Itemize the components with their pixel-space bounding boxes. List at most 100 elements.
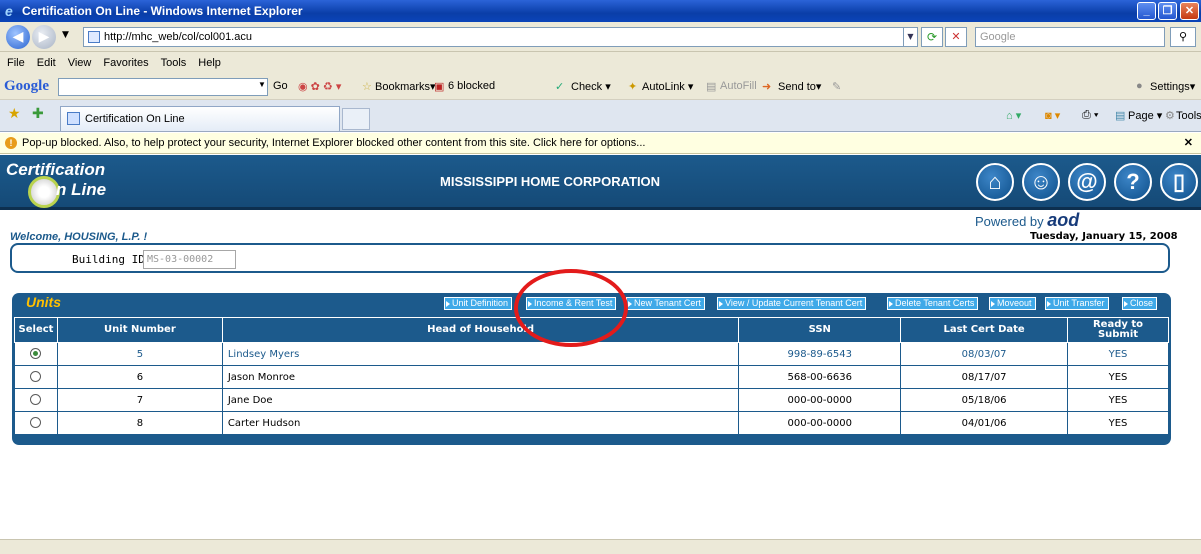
tab-favicon-icon [67, 112, 80, 125]
google-search-input[interactable] [58, 78, 268, 96]
tab-certification-on-line[interactable]: Certification On Line [60, 106, 340, 131]
back-button[interactable]: ◀ [6, 25, 30, 49]
autolink-button[interactable]: AutoLink ▾ [642, 80, 693, 93]
search-input[interactable]: Google [975, 27, 1165, 47]
table-row[interactable]: 6 Jason Monroe 568-00-6636 08/17/07 YES [14, 365, 1169, 389]
refresh-icon[interactable]: ⟳ [921, 27, 943, 47]
ssn-cell: 568-00-6636 [738, 365, 902, 389]
close-button[interactable]: Close [1122, 297, 1158, 310]
google-logo: Google [4, 78, 49, 94]
unit-transfer-button[interactable]: Unit Transfer [1045, 297, 1109, 310]
unit-number-cell: 5 [56, 342, 223, 366]
search-icon[interactable]: ⚲ [1170, 27, 1196, 47]
menu-file[interactable]: File [0, 52, 30, 69]
unit-select-radio[interactable] [30, 394, 42, 406]
forward-button[interactable]: ▶ [32, 25, 56, 49]
favorites-star-icon[interactable]: ★ [8, 105, 21, 122]
sendto-icon: ➜ [762, 81, 772, 93]
home-icon[interactable]: ⌂ ▾ [1006, 109, 1021, 122]
head-of-household-cell[interactable]: Jason Monroe [221, 365, 740, 389]
spellcheck-icon: ✓ [555, 81, 565, 93]
head-of-household-cell[interactable]: Carter Hudson [221, 411, 740, 435]
print-icon[interactable]: ⎙ ▾ [1082, 109, 1098, 122]
unit-number-cell: 6 [56, 365, 223, 389]
page-icon-small: ▤ [1115, 110, 1126, 122]
menu-tools[interactable]: Tools [154, 52, 192, 69]
unit-number-cell: 8 [56, 411, 223, 435]
accessibility-icon[interactable]: ☺ [1022, 163, 1060, 201]
moveout-button[interactable]: Moveout [989, 297, 1036, 310]
tab-row: ★ ✚ Certification On Line ⌂ ▾ ◙ ▾ ⎙ ▾ ▤ … [0, 100, 1201, 132]
autofill-icon: ▤ [706, 81, 717, 93]
home-nav-icon[interactable]: ⌂ [976, 163, 1014, 201]
add-favorite-icon[interactable]: ✚ [32, 105, 44, 122]
logout-icon[interactable]: ▯ [1160, 163, 1198, 201]
building-id-label: Building ID: [72, 253, 152, 266]
status-bar [0, 539, 1201, 554]
email-icon[interactable]: @ [1068, 163, 1106, 201]
google-go-button[interactable]: Go [273, 80, 288, 92]
address-input[interactable]: http://mhc_web/col/col001.acu [83, 27, 918, 47]
unit-select-radio[interactable] [30, 348, 42, 360]
bookmarks-button[interactable]: Bookmarks▾ [375, 80, 436, 93]
ssn-cell: 000-00-0000 [738, 411, 902, 435]
menu-favorites[interactable]: Favorites [96, 52, 153, 69]
head-of-household-cell[interactable]: Lindsey Myers [221, 342, 740, 366]
delete-tenant-certs-button[interactable]: Delete Tenant Certs [887, 297, 979, 310]
last-cert-date-cell: 05/18/06 [900, 388, 1069, 412]
ssn-cell: 000-00-0000 [738, 388, 902, 412]
table-row[interactable]: 8 Carter Hudson 000-00-0000 04/01/06 YES [14, 411, 1169, 435]
google-dropdown-icon[interactable]: ▼ [258, 80, 266, 89]
spellcheck-button[interactable]: Check ▾ [571, 80, 611, 93]
info-bar[interactable]: ! Pop-up blocked. Also, to help protect … [0, 133, 1201, 154]
warning-icon: ! [5, 137, 17, 149]
menu-help[interactable]: Help [191, 52, 226, 69]
ready-cell: YES [1067, 365, 1169, 389]
feeds-icon[interactable]: ◙ ▾ [1045, 109, 1060, 122]
powered-by: Powered by aod [975, 210, 1079, 231]
new-tab-button[interactable] [342, 108, 370, 130]
menu-view[interactable]: View [61, 52, 97, 69]
units-title: Units [26, 294, 61, 310]
building-id-field[interactable]: MS-03-00002 [143, 250, 236, 269]
help-icon[interactable]: ? [1114, 163, 1152, 201]
tools-menu[interactable]: Tools ▾ [1176, 109, 1201, 122]
bookmarks-star-icon[interactable]: ☆ [362, 80, 372, 93]
history-dropdown-icon[interactable]: ▼ [62, 30, 69, 40]
col-head-of-household: Head of Household [221, 317, 740, 343]
stop-icon[interactable]: ✕ [945, 27, 967, 47]
unit-number-cell: 7 [56, 388, 223, 412]
head-of-household-cell[interactable]: Jane Doe [221, 388, 740, 412]
close-window-button[interactable]: ✕ [1180, 2, 1199, 20]
menu-edit[interactable]: Edit [30, 52, 61, 69]
popup-blocker-icon: ▣ [434, 81, 445, 93]
page-menu[interactable]: Page ▾ [1128, 109, 1162, 122]
new-tenant-cert-button[interactable]: New Tenant Cert [626, 297, 705, 310]
table-row[interactable]: 5 Lindsey Myers 998-89-6543 08/03/07 YES [14, 342, 1169, 366]
last-cert-date-cell: 04/01/06 [900, 411, 1069, 435]
ready-cell: YES [1067, 411, 1169, 435]
pen-icon[interactable]: ✎ [832, 80, 841, 93]
table-row[interactable]: 7 Jane Doe 000-00-0000 05/18/06 YES [14, 388, 1169, 412]
sendto-button[interactable]: Send to▾ [778, 80, 821, 93]
unit-definition-button[interactable]: Unit Definition [444, 297, 513, 310]
maximize-button[interactable]: ❐ [1158, 2, 1177, 20]
unit-select-radio[interactable] [30, 371, 42, 383]
menu-bar: File Edit View Favorites Tools Help [0, 52, 1201, 74]
ready-cell: YES [1067, 342, 1169, 366]
view-update-tenant-cert-button[interactable]: View / Update Current Tenant Cert [717, 297, 867, 310]
col-ready-to-submit: Ready to Submit [1067, 317, 1169, 343]
close-info-bar-icon[interactable]: ✕ [1184, 133, 1193, 153]
logo-text-certification: Certification [6, 160, 106, 179]
toolbar-icons[interactable]: ◉ ✿ ♻ ▾ [298, 80, 341, 93]
settings-button[interactable]: Settings▾ [1150, 80, 1195, 93]
unit-select-radio[interactable] [30, 417, 42, 429]
popups-blocked-button[interactable]: 6 blocked [448, 80, 495, 92]
last-cert-date-cell: 08/17/07 [900, 365, 1069, 389]
ie-logo-icon: e [5, 3, 13, 19]
autofill-button[interactable]: AutoFill [720, 80, 757, 92]
minimize-button[interactable]: _ [1137, 2, 1156, 20]
address-dropdown-icon[interactable]: ▼ [903, 27, 918, 47]
window-title: Certification On Line - Windows Internet… [22, 4, 303, 18]
google-toolbar: Google ▼ Go ◉ ✿ ♻ ▾ ☆ Bookmarks▾ ▣ 6 blo… [0, 74, 1201, 100]
